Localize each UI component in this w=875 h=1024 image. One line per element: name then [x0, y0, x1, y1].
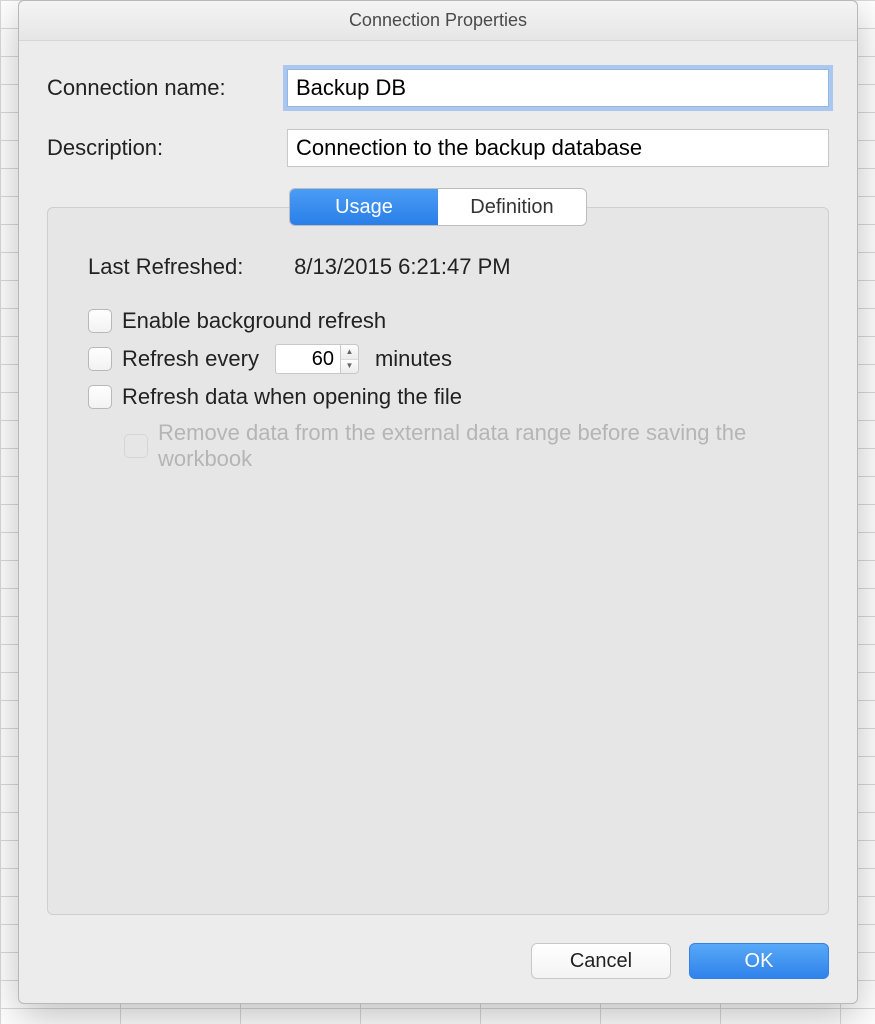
cancel-button[interactable]: Cancel	[531, 943, 671, 979]
refresh-interval-stepper: ▲ ▼	[275, 344, 359, 374]
description-label: Description:	[47, 135, 287, 161]
refresh-on-open-checkbox[interactable]	[88, 385, 112, 409]
enable-background-refresh-label: Enable background refresh	[122, 308, 386, 334]
refresh-every-checkbox[interactable]	[88, 347, 112, 371]
connection-name-label: Connection name:	[47, 75, 287, 101]
remove-data-before-save-checkbox	[124, 434, 148, 458]
last-refreshed-value: 8/13/2015 6:21:47 PM	[294, 254, 511, 279]
tab-panel-wrap: Usage Definition Last Refreshed: 8/13/20…	[47, 189, 829, 915]
refresh-every-prefix: Refresh every	[122, 346, 259, 372]
description-row: Description:	[47, 129, 829, 167]
chevron-up-icon: ▲	[345, 347, 353, 356]
ok-button[interactable]: OK	[689, 943, 829, 979]
refresh-on-open-label: Refresh data when opening the file	[122, 384, 462, 410]
stepper-down-button[interactable]: ▼	[341, 360, 358, 374]
description-input[interactable]	[287, 129, 829, 167]
dialog-button-row: Cancel OK	[19, 925, 857, 1003]
tab-segmented-control: Usage Definition	[290, 189, 586, 225]
last-refreshed-label: Last Refreshed:	[88, 254, 288, 280]
refresh-every-row: Refresh every ▲ ▼ minutes	[88, 344, 788, 374]
remove-data-before-save-row: Remove data from the external data range…	[124, 420, 788, 472]
dialog-title: Connection Properties	[19, 1, 857, 41]
chevron-down-icon: ▼	[345, 361, 353, 370]
connection-name-row: Connection name:	[47, 69, 829, 107]
remove-data-before-save-label: Remove data from the external data range…	[158, 420, 788, 472]
enable-background-refresh-row: Enable background refresh	[88, 308, 788, 334]
tab-usage[interactable]: Usage	[290, 189, 438, 225]
refresh-every-suffix: minutes	[375, 346, 452, 372]
last-refreshed-row: Last Refreshed: 8/13/2015 6:21:47 PM	[88, 254, 788, 280]
refresh-on-open-row: Refresh data when opening the file	[88, 384, 788, 410]
refresh-interval-input[interactable]	[275, 344, 341, 374]
connection-properties-dialog: Connection Properties Connection name: D…	[18, 0, 858, 1004]
usage-tab-panel: Last Refreshed: 8/13/2015 6:21:47 PM Ena…	[47, 207, 829, 915]
connection-name-input[interactable]	[287, 69, 829, 107]
stepper-up-button[interactable]: ▲	[341, 345, 358, 360]
enable-background-refresh-checkbox[interactable]	[88, 309, 112, 333]
dialog-content: Connection name: Description: Usage Defi…	[19, 41, 857, 925]
tab-definition[interactable]: Definition	[438, 189, 586, 225]
dialog-title-text: Connection Properties	[349, 10, 527, 31]
stepper-buttons: ▲ ▼	[341, 344, 359, 374]
